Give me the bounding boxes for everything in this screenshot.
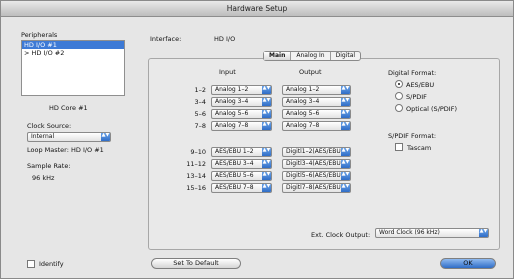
tascam-checkbox[interactable] <box>395 143 403 151</box>
output-select-value: Analog 1–2 <box>286 86 320 93</box>
output-header: Output <box>299 68 322 76</box>
popup-arrows-icon: ▲▼ <box>101 133 110 141</box>
output-select-value: Analog 7–8 <box>286 122 320 129</box>
tascam-label: Tascam <box>407 144 432 152</box>
channel-label: 13–14 <box>186 172 206 180</box>
radio-aes-ebu[interactable] <box>395 80 403 88</box>
input-select-value: AES/EBU 5–6 <box>215 172 254 179</box>
popup-arrows-icon: ▲▼ <box>479 229 488 237</box>
ext-clock-output-popup[interactable]: Word Clock (96 kHz) ▲▼ <box>375 228 489 238</box>
channel-label: 7–8 <box>194 122 206 130</box>
peripheral-item-hd-io-1[interactable]: HD I/O #1 <box>22 41 124 49</box>
output-select-value: Digitl7–8(AES/EBU) <box>286 184 344 191</box>
popup-arrows-icon: ▲▼ <box>262 122 271 130</box>
popup-arrows-icon: ▲▼ <box>341 110 350 118</box>
window-title: Hardware Setup <box>1 1 513 17</box>
tab-main[interactable]: Main <box>264 52 292 60</box>
radio-spdif-label: S/PDIF <box>406 93 427 101</box>
channel-label: 9–10 <box>190 148 206 156</box>
interface-label: Interface: <box>150 35 182 43</box>
popup-arrows-icon: ▲▼ <box>341 184 350 192</box>
input-select-value: Analog 7–8 <box>215 122 249 129</box>
channel-label: 5–6 <box>194 110 206 118</box>
input-select-value: AES/EBU 1–2 <box>215 148 254 155</box>
output-select[interactable]: Digitl1–2(AES/EBU) ▲▼ <box>282 147 351 157</box>
output-select-value: Digitl1–2(AES/EBU) <box>286 148 344 155</box>
popup-arrows-icon: ▲▼ <box>341 86 350 94</box>
radio-aes-ebu-label: AES/EBU <box>406 81 435 89</box>
channel-label: 15–16 <box>186 184 206 192</box>
popup-arrows-icon: ▲▼ <box>341 160 350 168</box>
input-select-value: Analog 1–2 <box>215 86 249 93</box>
digital-format-label: Digital Format: <box>388 69 437 77</box>
output-select[interactable]: Analog 3–4 ▲▼ <box>282 97 351 107</box>
peripheral-item-hd-io-2[interactable]: > HD I/O #2 <box>22 49 124 57</box>
sample-rate-label: Sample Rate: <box>27 162 71 170</box>
input-select[interactable]: Analog 5–6 ▲▼ <box>211 109 272 119</box>
tab-analog-in[interactable]: Analog In <box>291 52 331 60</box>
channel-label: 11–12 <box>186 160 206 168</box>
input-select[interactable]: AES/EBU 3–4 ▲▼ <box>211 159 272 169</box>
clock-source-value: Internal <box>31 133 55 140</box>
popup-arrows-icon: ▲▼ <box>341 148 350 156</box>
loop-master-label: Loop Master: HD I/O #1 <box>27 146 104 154</box>
ext-clock-output-label: Ext. Clock Output: <box>311 231 371 239</box>
core-label: HD Core #1 <box>49 104 88 112</box>
radio-spdif[interactable] <box>395 92 403 100</box>
identify-label: Identify <box>39 260 64 268</box>
spdif-format-label: S/PDIF Format: <box>388 132 437 140</box>
popup-arrows-icon: ▲▼ <box>262 86 271 94</box>
hardware-setup-window: Hardware Setup Peripherals HD I/O #1 > H… <box>0 0 514 279</box>
output-select-value: Analog 3–4 <box>286 98 320 105</box>
radio-optical-spdif[interactable] <box>395 104 403 112</box>
popup-arrows-icon: ▲▼ <box>262 98 271 106</box>
channel-label: 3–4 <box>194 98 206 106</box>
tab-bar: Main Analog In Digital <box>263 51 362 61</box>
input-select-value: Analog 3–4 <box>215 98 249 105</box>
input-select[interactable]: Analog 7–8 ▲▼ <box>211 121 272 131</box>
output-select-value: Digitl3–4(AES/EBU) <box>286 160 344 167</box>
popup-arrows-icon: ▲▼ <box>262 110 271 118</box>
output-select[interactable]: Analog 5–6 ▲▼ <box>282 109 351 119</box>
popup-arrows-icon: ▲▼ <box>262 148 271 156</box>
peripherals-list[interactable]: HD I/O #1 > HD I/O #2 <box>21 40 125 96</box>
identify-checkbox[interactable] <box>27 260 35 268</box>
clock-source-popup[interactable]: Internal ▲▼ <box>27 132 111 142</box>
input-select[interactable]: AES/EBU 5–6 ▲▼ <box>211 171 272 181</box>
output-select[interactable]: Digitl7–8(AES/EBU) ▲▼ <box>282 183 351 193</box>
output-select-value: Analog 5–6 <box>286 110 320 117</box>
sample-rate-value: 96 kHz <box>32 174 55 182</box>
input-select[interactable]: AES/EBU 1–2 ▲▼ <box>211 147 272 157</box>
popup-arrows-icon: ▲▼ <box>262 160 271 168</box>
ok-button[interactable]: OK <box>440 258 496 269</box>
radio-optical-spdif-label: Optical (S/PDIF) <box>406 105 457 113</box>
popup-arrows-icon: ▲▼ <box>341 98 350 106</box>
clock-source-label: Clock Source: <box>27 122 72 130</box>
tab-digital[interactable]: Digital <box>331 52 360 60</box>
popup-arrows-icon: ▲▼ <box>341 122 350 130</box>
input-select[interactable]: Analog 1–2 ▲▼ <box>211 85 272 95</box>
input-select-value: AES/EBU 3–4 <box>215 160 254 167</box>
output-select[interactable]: Digitl3–4(AES/EBU) ▲▼ <box>282 159 351 169</box>
input-select[interactable]: AES/EBU 7–8 ▲▼ <box>211 183 272 193</box>
input-header: Input <box>219 68 236 76</box>
ext-clock-output-value: Word Clock (96 kHz) <box>379 229 440 236</box>
set-to-default-button[interactable]: Set To Default <box>151 258 241 269</box>
output-select-value: Digitl5–6(AES/EBU) <box>286 172 344 179</box>
input-select-value: Analog 5–6 <box>215 110 249 117</box>
output-select[interactable]: Analog 1–2 ▲▼ <box>282 85 351 95</box>
popup-arrows-icon: ▲▼ <box>341 172 350 180</box>
output-select[interactable]: Digitl5–6(AES/EBU) ▲▼ <box>282 171 351 181</box>
popup-arrows-icon: ▲▼ <box>262 172 271 180</box>
output-select[interactable]: Analog 7–8 ▲▼ <box>282 121 351 131</box>
interface-value: HD I/O <box>214 35 236 43</box>
peripherals-label: Peripherals <box>21 31 58 39</box>
input-select-value: AES/EBU 7–8 <box>215 184 254 191</box>
channel-label: 1–2 <box>194 86 206 94</box>
popup-arrows-icon: ▲▼ <box>262 184 271 192</box>
input-select[interactable]: Analog 3–4 ▲▼ <box>211 97 272 107</box>
